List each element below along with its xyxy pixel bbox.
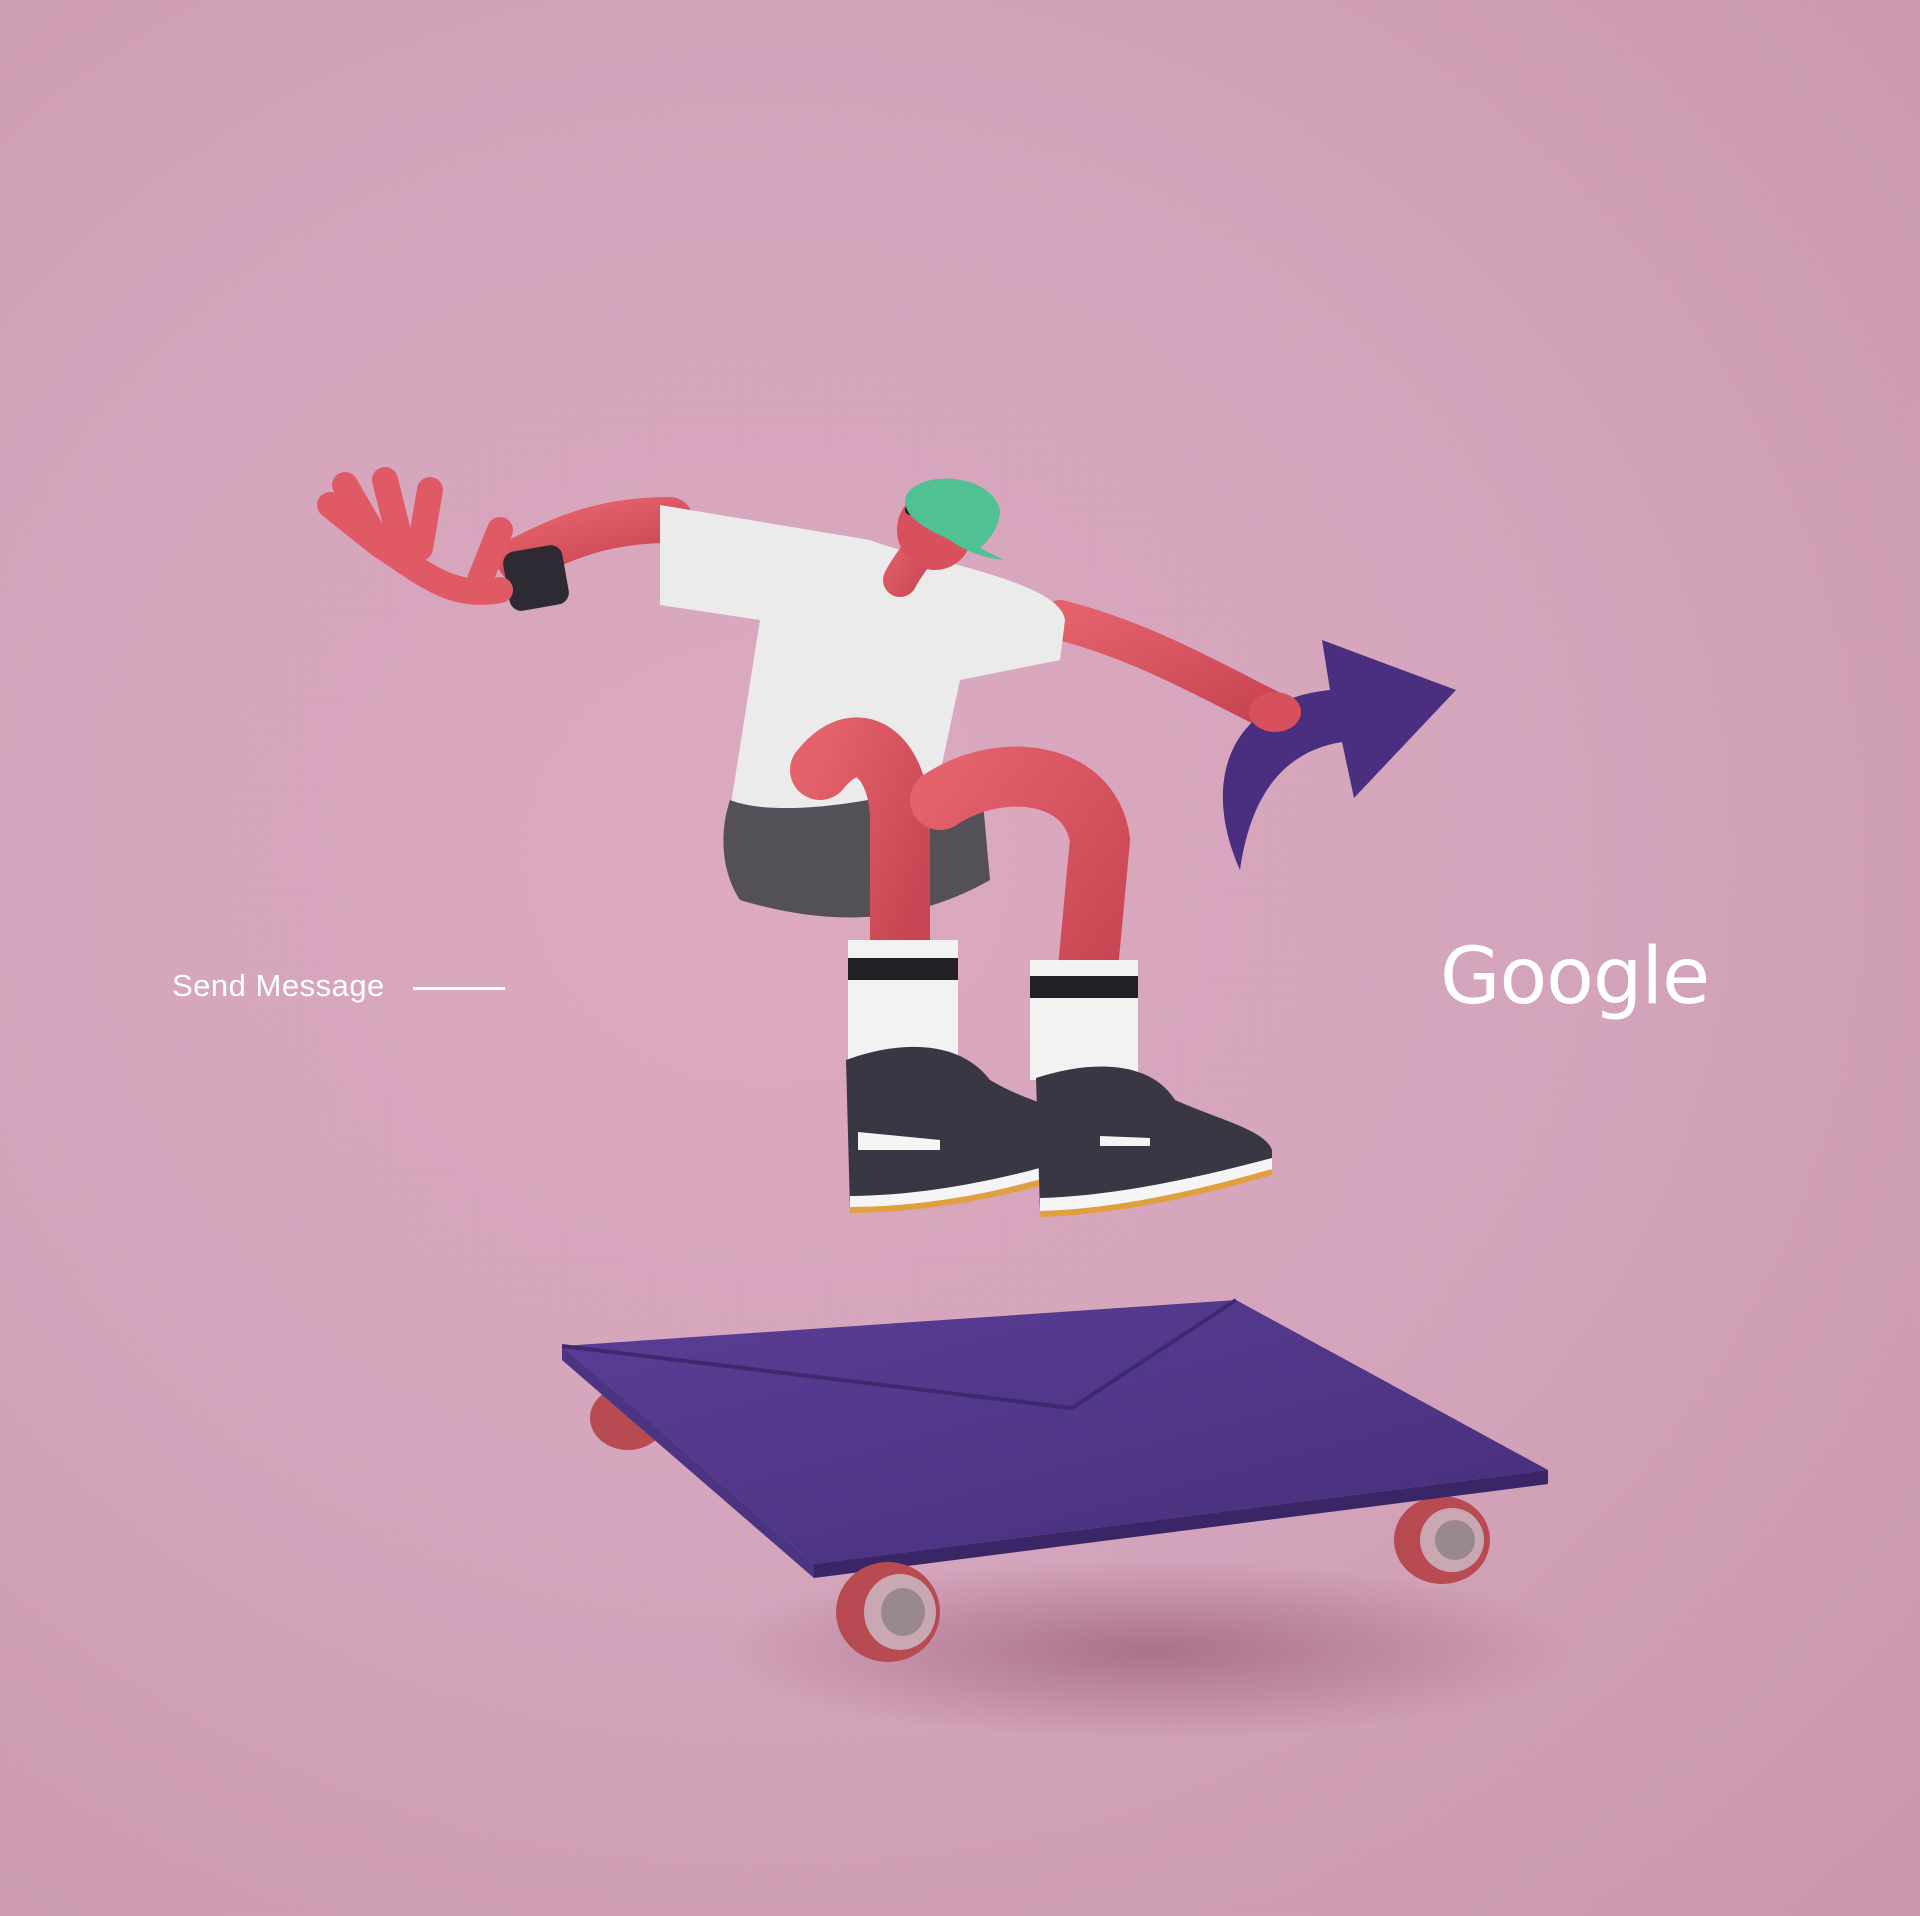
- right-hand: [1249, 692, 1301, 732]
- shoes: [846, 1046, 1273, 1217]
- right-arm: [1040, 600, 1290, 730]
- share-arrow: [1222, 640, 1456, 870]
- head: [883, 478, 1004, 597]
- caption: Send Message: [172, 968, 505, 1004]
- left-arm: [317, 467, 693, 611]
- wheel-front: [836, 1562, 940, 1662]
- wheel-back-right: [1394, 1496, 1490, 1584]
- caption-text: Send Message: [172, 968, 385, 1003]
- google-logo: Google: [1440, 932, 1710, 1022]
- caption-dash: [412, 986, 505, 990]
